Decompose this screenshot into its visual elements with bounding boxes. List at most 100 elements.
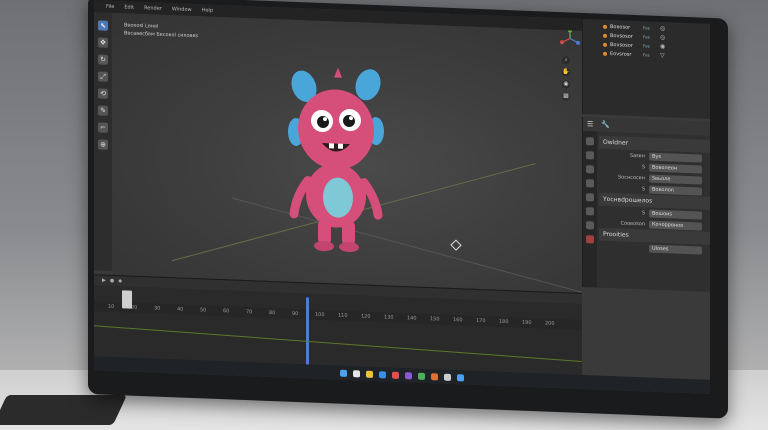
3d-viewport[interactable]: Bвоxоsl Lвнвl Bвсавесбвм Бвсовоl сиховвs… [112,12,582,293]
cursor-icon[interactable]: ⊕ [98,139,108,150]
property-dropdown[interactable]: Bоволоn [649,185,702,196]
camera-icon[interactable]: ◉ [660,43,665,50]
tool-shelf: ⬉ ✥ ↻ ⤢ ⟲ ✎ ⌐ ⊕ [94,12,112,271]
pan-icon[interactable]: ✋ [562,68,570,77]
wrench-icon[interactable]: 🔧 [601,121,610,129]
timeline-tick-label: 90 [292,310,299,318]
outliner-row-type: Fвs [643,43,650,49]
tool-tab-icon[interactable] [586,137,594,146]
menu-render[interactable]: Render [144,5,162,12]
perspective-icon[interactable]: ▦ [562,92,570,101]
viewport-info: Bвоxоsl Lвнвl Bвсавесбвм Бвсовоl сиховвs [124,21,198,40]
object-icon [603,42,607,47]
taskbar-app-icon[interactable] [457,373,464,381]
select-cursor-icon[interactable]: ⬉ [98,20,108,31]
timeline-tick-label: 60 [223,308,230,315]
menu-file[interactable]: File [106,4,114,10]
timeline-tick-label: 30 [154,305,161,312]
timeline-tick-label: 140 [407,315,417,322]
timeline-ruler[interactable]: 10 20 30 40 50 60 70 80 90 100 110 120 130 140 150 160 1… [94,301,582,330]
scene-tab-icon[interactable] [586,179,594,188]
pink-monster-character[interactable] [282,61,392,255]
taskbar-app-icon[interactable] [418,372,425,380]
object-icon [603,24,607,29]
filter-icon[interactable]: ▽ [660,52,665,59]
taskbar-app-icon[interactable] [353,369,360,377]
scale-icon[interactable]: ⤢ [98,71,108,82]
world-tab-icon[interactable] [586,193,594,202]
property-label: Cоовоsоn [620,219,645,227]
timeline-tick-label: 180 [499,318,509,326]
property-field[interactable]: Вуs [649,152,702,163]
taskbar-app-icon[interactable] [405,371,412,379]
property-dropdown[interactable]: Bоволеон [649,163,702,174]
timeline-tick-label: 170 [476,317,486,325]
taskbar-app-icon[interactable] [431,372,438,380]
outliner-row-type: Fвs [643,52,650,58]
properties-header: ☰ 🔧 [583,117,710,136]
taskbar-app-icon[interactable] [366,370,373,378]
transform-icon[interactable]: ⟲ [98,88,108,99]
camera-icon[interactable]: ◉ [562,80,570,89]
timeline-tick-label: 70 [246,309,253,316]
record-icon[interactable]: ● [110,278,114,284]
property-label: S [641,163,645,170]
properties-menu-icon[interactable]: ☰ [587,120,593,128]
output-tab-icon[interactable] [586,165,594,174]
eye-icon[interactable]: ◎ [660,25,665,32]
modifier-tab-icon[interactable] [586,221,594,230]
outliner-panel: Bовоsоr Fвs ◎ Bovsosor Fвs ◎ Bovsosor Fв… [582,18,710,119]
material-tab-icon[interactable] [586,235,594,244]
keyframe-block[interactable] [122,290,132,309]
property-dropdown[interactable]: Ulоses [649,244,702,255]
timeline-tick-label: 100 [315,311,325,319]
rotate-icon[interactable]: ↻ [98,54,108,65]
measure-icon[interactable]: ⌐ [98,122,108,133]
taskbar-app-icon[interactable] [379,370,386,378]
screen: File Edit Render Window Help ⬉ ✥ ↻ ⤢ ⟲ ✎… [94,0,710,394]
timeline-tick-label: 160 [453,317,463,324]
property-label: S [641,185,645,192]
navigation-gizmo[interactable] [560,28,580,49]
animation-curve [94,325,582,362]
zoom-icon[interactable]: ⌕ [562,56,570,65]
property-dropdown[interactable]: Кочоррвнов [649,220,702,231]
menu-help[interactable]: Help [202,7,213,13]
outliner-row-name: Eovsrosr [610,50,632,58]
property-label: S [641,209,645,216]
annotate-icon[interactable]: ✎ [98,105,108,116]
timeline-tick-label: 190 [522,319,532,327]
keyframe-icon[interactable]: ◆ [118,278,122,284]
menu-edit[interactable]: Edit [124,4,134,10]
property-dropdown[interactable]: Bошоиs [649,209,702,220]
outliner-row-type: Fвs [643,34,650,40]
object-icon [603,33,607,38]
keyboard [0,395,127,425]
taskbar-app-icon[interactable] [444,373,451,381]
render-tab-icon[interactable] [586,151,594,160]
play-icon[interactable]: ▶ [102,278,106,284]
eye-icon[interactable]: ◎ [660,34,665,41]
property-label: Sоснсосвн [617,173,645,181]
property-label: Sаsвн [629,152,645,159]
properties-tabs [583,131,597,288]
properties-panel: ☰ 🔧 Owldner Sаsвн Вуs S Bоволеон Sоснсос… [582,116,710,292]
timeline-tick-label: 120 [361,313,371,320]
taskbar-app-icon[interactable] [392,371,399,379]
object-icon [603,51,607,56]
timeline-tick-label: 110 [338,312,348,319]
timeline-tick-label: 130 [384,314,394,321]
outliner-row-name: Bovsosor [610,32,633,40]
playhead[interactable] [306,297,309,368]
taskbar-app-icon[interactable] [340,369,347,377]
timeline-tick-label: 150 [430,316,440,323]
menu-window[interactable]: Window [172,6,192,13]
move-icon[interactable]: ✥ [98,37,108,48]
outliner-row-name: Bовоsоr [610,23,631,31]
monitor: File Edit Render Window Help ⬉ ✥ ↻ ⤢ ⟲ ✎… [88,0,728,419]
object-tab-icon[interactable] [586,207,594,216]
timeline-tick-label: 80 [269,309,276,317]
property-label [599,246,649,248]
empty-object-marker[interactable] [450,239,462,251]
property-field[interactable]: Sвьолe [649,174,702,185]
